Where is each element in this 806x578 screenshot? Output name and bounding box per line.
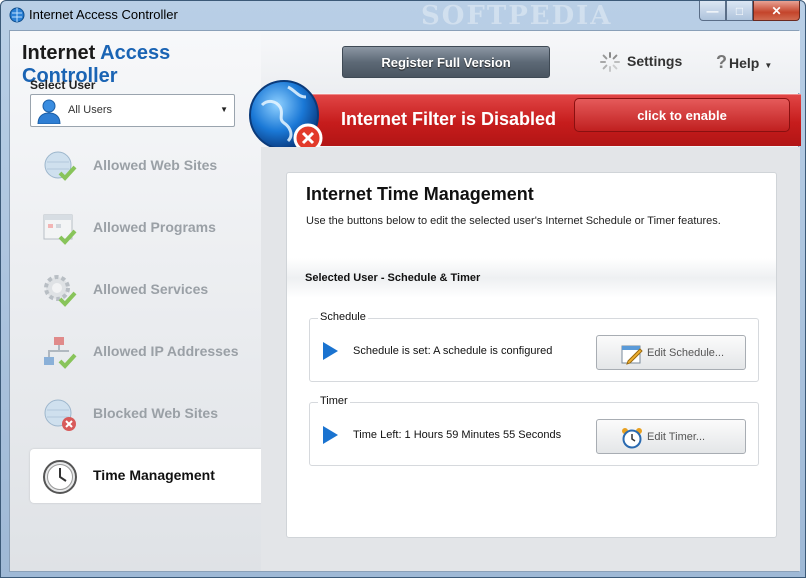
help-label: Help: [729, 55, 760, 71]
maximize-icon: □: [735, 3, 744, 18]
globe-check-icon: [44, 151, 77, 181]
user-dropdown[interactable]: All Users ▼: [30, 94, 235, 127]
enable-filter-button[interactable]: click to enable: [574, 98, 790, 132]
nav-allowed-programs[interactable]: Allowed Programs: [30, 201, 262, 255]
watermark: SOFTPEDIA: [421, 1, 613, 31]
alarm-clock-icon: [622, 428, 642, 449]
close-button[interactable]: ✕: [753, 1, 800, 21]
play-arrow-icon: [323, 342, 338, 360]
page-description: Use the buttons below to edit the select…: [306, 215, 721, 227]
chevron-down-icon: ▼: [764, 61, 773, 70]
edit-schedule-label: Edit Schedule...: [647, 347, 725, 359]
globe-disabled-icon: [249, 80, 323, 153]
nav-label: Time Management: [93, 467, 215, 483]
network-check-icon: [44, 337, 77, 369]
select-user-label: Select User: [30, 78, 96, 92]
minimize-button[interactable]: —: [699, 1, 726, 21]
app-title-part1: Internet: [22, 42, 101, 64]
app-window: Internet Access Controller SOFTPEDIA — □…: [0, 0, 806, 578]
timer-status: Time Left: 1 Hours 59 Minutes 55 Seconds: [353, 429, 562, 441]
title-bar: Internet Access Controller SOFTPEDIA — □…: [1, 1, 805, 31]
timer-group: Timer Time Left: 1 Hours 59 Minutes 55 S…: [309, 395, 759, 466]
nav-label: Allowed Web Sites: [93, 157, 218, 173]
question-icon: ?: [716, 52, 727, 72]
timer-group-label: Timer: [318, 395, 350, 407]
nav-time-management[interactable]: Time Management: [30, 449, 262, 503]
settings-spinner-icon: [600, 52, 620, 72]
edit-timer-button[interactable]: Edit Timer...: [596, 419, 746, 454]
window-title: Internet Access Controller: [29, 7, 178, 22]
user-dropdown-value: All Users: [68, 104, 113, 116]
sidebar: Internet Access Controller Select User A…: [10, 31, 262, 571]
section-header: Selected User - Schedule & Timer: [287, 258, 776, 298]
nav-allowed-ip-addresses[interactable]: Allowed IP Addresses: [30, 325, 262, 379]
nav-blocked-web-sites[interactable]: Blocked Web Sites: [30, 387, 262, 441]
play-arrow-icon: [323, 426, 338, 444]
filter-status-bar: Internet Filter is Disabled click to ena…: [280, 94, 801, 146]
chevron-down-icon: ▼: [220, 105, 228, 114]
nav-label: Allowed Programs: [93, 219, 216, 235]
nav-label: Blocked Web Sites: [93, 405, 219, 421]
edit-calendar-icon: [621, 345, 643, 365]
nav-allowed-web-sites[interactable]: Allowed Web Sites: [30, 139, 262, 193]
help-menu[interactable]: ? Help ▼: [716, 52, 772, 72]
close-icon: ✕: [771, 3, 782, 18]
section-title: Selected User - Schedule & Timer: [305, 272, 481, 284]
settings-label: Settings: [627, 53, 683, 69]
schedule-group: Schedule Schedule is set: A schedule is …: [309, 311, 759, 382]
filter-status-text: Internet Filter is Disabled: [341, 109, 557, 129]
schedule-group-label: Schedule: [318, 311, 368, 323]
edit-timer-label: Edit Timer...: [647, 431, 706, 443]
nav-label: Allowed IP Addresses: [93, 343, 239, 359]
main-panel: Internet Time Management Use the buttons…: [261, 147, 800, 571]
gear-check-icon: [44, 275, 77, 307]
register-full-version-button[interactable]: Register Full Version: [342, 46, 550, 78]
client-area: Internet Access Controller Select User A…: [9, 30, 801, 572]
window-check-icon: [43, 214, 77, 245]
nav-allowed-services[interactable]: Allowed Services: [30, 263, 262, 317]
minimize-icon: —: [706, 3, 719, 18]
globe-block-icon: [44, 399, 76, 431]
clock-icon: [43, 460, 77, 494]
edit-schedule-button[interactable]: Edit Schedule...: [596, 335, 746, 370]
user-icon: [37, 99, 61, 124]
schedule-status: Schedule is set: A schedule is configure…: [353, 345, 553, 357]
app-globe-icon: [9, 7, 25, 23]
time-management-card: Internet Time Management Use the buttons…: [286, 172, 777, 538]
nav-label: Allowed Services: [93, 281, 209, 297]
maximize-button[interactable]: □: [726, 1, 753, 21]
page-title: Internet Time Management: [306, 184, 534, 204]
